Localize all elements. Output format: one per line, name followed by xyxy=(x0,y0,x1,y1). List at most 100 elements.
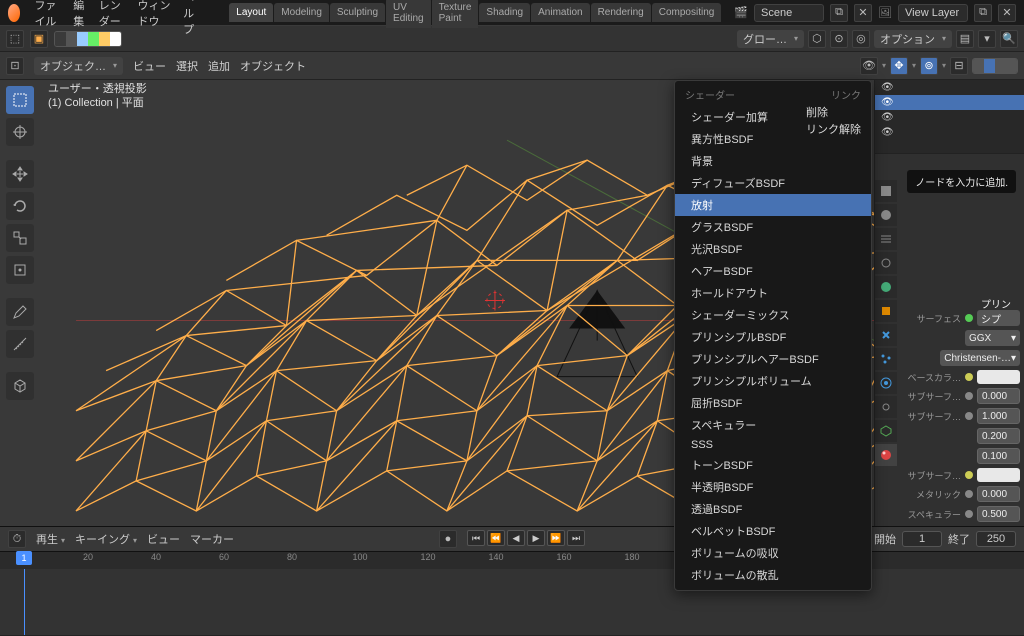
gizmo-toggle-icon[interactable]: ✥ xyxy=(890,57,908,75)
tool-annotate[interactable] xyxy=(6,298,34,326)
timeline-view-menu[interactable]: ビュー xyxy=(147,531,180,547)
shader-menu-item[interactable]: スペキュラー xyxy=(675,414,871,436)
playhead-handle[interactable]: 1 xyxy=(16,551,32,565)
tool-measure[interactable] xyxy=(6,330,34,358)
blender-logo[interactable] xyxy=(8,4,20,22)
timeline-editor-icon[interactable]: ⏱ xyxy=(8,530,26,548)
tool-move[interactable] xyxy=(6,160,34,188)
socket-icon[interactable] xyxy=(965,510,973,518)
select-menu[interactable]: 選択 xyxy=(176,58,198,74)
eye-icon[interactable]: 👁 xyxy=(881,112,894,123)
subsurf-g-input[interactable] xyxy=(977,428,1020,444)
jump-start-icon[interactable]: ⏮ xyxy=(467,530,485,546)
outliner[interactable]: 👁 👁 👁 👁 xyxy=(875,80,1024,154)
tab-layout[interactable]: Layout xyxy=(229,3,273,22)
socket-icon[interactable] xyxy=(965,412,973,420)
menu-help[interactable]: ヘルプ xyxy=(181,0,205,39)
timeline-marker-menu[interactable]: マーカー xyxy=(190,531,234,547)
tab-constraints-icon[interactable] xyxy=(875,396,897,418)
play-icon[interactable]: ▶ xyxy=(527,530,545,546)
shader-menu-item[interactable]: プリンシプルボリューム xyxy=(675,370,871,392)
subsurf-method-dropdown[interactable]: Christensen-…▾ xyxy=(940,350,1020,366)
tab-particles-icon[interactable] xyxy=(875,348,897,370)
shader-menu-item[interactable]: ボリュームの散乱 xyxy=(675,564,871,586)
shader-menu-item[interactable]: トーンBSDF xyxy=(675,454,871,476)
tool-transform[interactable] xyxy=(6,256,34,284)
tab-world-icon[interactable] xyxy=(875,276,897,298)
socket-icon[interactable] xyxy=(965,392,973,400)
magnet-icon[interactable]: ⬡ xyxy=(808,30,826,48)
editor-icon[interactable]: ⊡ xyxy=(6,57,24,75)
socket-icon[interactable] xyxy=(965,490,973,498)
tab-mesh-icon[interactable] xyxy=(875,420,897,442)
tab-modifier-icon[interactable] xyxy=(875,324,897,346)
tab-object-icon[interactable] xyxy=(875,300,897,322)
shader-menu-item[interactable]: プリンシプルBSDF xyxy=(675,326,871,348)
shader-menu-item[interactable]: 透過BSDF xyxy=(675,498,871,520)
scene-selector[interactable]: Scene xyxy=(754,4,824,22)
subsurf-r-input[interactable] xyxy=(977,408,1020,424)
ggx-dropdown[interactable]: GGX▾ xyxy=(965,330,1020,346)
shader-menu-item[interactable]: ベルベットBSDF xyxy=(675,520,871,542)
socket-icon[interactable] xyxy=(965,314,973,322)
object-mode-dropdown[interactable]: オブジェク… xyxy=(34,57,123,75)
xray-icon[interactable]: ⊟ xyxy=(950,57,968,75)
socket-icon[interactable] xyxy=(965,471,973,479)
viewlayer-del-icon[interactable]: ✕ xyxy=(998,4,1016,22)
play-rev-icon[interactable]: ◀ xyxy=(507,530,525,546)
shader-menu-item[interactable]: SSS xyxy=(675,436,871,454)
eye-icon[interactable]: 👁 xyxy=(881,82,894,93)
tab-physics-icon[interactable] xyxy=(875,372,897,394)
keyframe-prev-icon[interactable]: ⏪ xyxy=(487,530,505,546)
shader-menu-item[interactable]: ディフューズBSDF xyxy=(675,172,871,194)
shading-spectrum[interactable] xyxy=(54,31,122,47)
menu-file[interactable]: ファイル xyxy=(32,0,63,31)
add-menu[interactable]: 追加 xyxy=(208,58,230,74)
outliner-row[interactable]: 👁 xyxy=(875,80,1024,95)
scene-copy-icon[interactable]: ⧉ xyxy=(830,4,848,22)
outliner-row[interactable]: 👁 xyxy=(875,110,1024,125)
eye-icon[interactable]: 👁 xyxy=(881,97,894,108)
tab-sculpting[interactable]: Sculpting xyxy=(330,3,385,22)
tab-anim[interactable]: Animation xyxy=(531,3,589,22)
menu-window[interactable]: ウィンドウ xyxy=(136,0,174,31)
shader-menu-item[interactable]: 半透明BSDF xyxy=(675,476,871,498)
socket-icon[interactable] xyxy=(965,373,973,381)
tool-select-box[interactable] xyxy=(6,86,34,114)
tool-add-cube[interactable] xyxy=(6,372,34,400)
search-icon[interactable]: 🔍 xyxy=(1000,30,1018,48)
tool-scale[interactable] xyxy=(6,224,34,252)
shader-menu-item[interactable]: 屈折BSDF xyxy=(675,392,871,414)
shading-mode[interactable] xyxy=(972,58,1018,74)
new-icon[interactable]: ▾ xyxy=(978,30,996,48)
subsurf-color-swatch[interactable] xyxy=(977,468,1020,482)
cursor-tool-icon[interactable]: ▣ xyxy=(30,30,48,48)
tab-scene-icon[interactable] xyxy=(875,252,897,274)
object-menu[interactable]: オブジェクト xyxy=(240,58,306,74)
shader-menu-item[interactable]: ボリュームの吸収 xyxy=(675,542,871,564)
shader-menu-item[interactable]: 放射 xyxy=(675,194,871,216)
start-frame-input[interactable]: 1 xyxy=(902,531,942,547)
menu-link-unlink[interactable]: リンク解除 xyxy=(806,122,861,139)
tab-modeling[interactable]: Modeling xyxy=(274,3,329,22)
menu-render[interactable]: レンダー xyxy=(97,0,128,31)
tab-texpaint[interactable]: Texture Paint xyxy=(432,0,479,28)
view-menu[interactable]: ビュー xyxy=(133,58,166,74)
keyframe-next-icon[interactable]: ⏩ xyxy=(547,530,565,546)
tool-cursor[interactable] xyxy=(6,118,34,146)
shader-menu-item[interactable]: シェーダーミックス xyxy=(675,304,871,326)
options-dropdown[interactable]: オプション xyxy=(874,30,952,48)
basecolor-swatch[interactable] xyxy=(977,370,1020,384)
tab-material-icon[interactable] xyxy=(875,444,897,466)
menu-edit[interactable]: 編集 xyxy=(71,0,88,31)
tab-output-icon[interactable] xyxy=(875,204,897,226)
shader-menu-item[interactable]: ヘアーBSDF xyxy=(675,260,871,282)
scene-del-icon[interactable]: ✕ xyxy=(854,4,872,22)
viewlayer-copy-icon[interactable]: ⧉ xyxy=(974,4,992,22)
autokey-icon[interactable]: ● xyxy=(439,530,457,548)
filter-icon[interactable]: ▤ xyxy=(956,30,974,48)
snap-icon[interactable]: ⊙ xyxy=(830,30,848,48)
metallic-input[interactable] xyxy=(977,486,1020,502)
subsurf-b-input[interactable] xyxy=(977,448,1020,464)
jump-end-icon[interactable]: ⏭ xyxy=(567,530,585,546)
